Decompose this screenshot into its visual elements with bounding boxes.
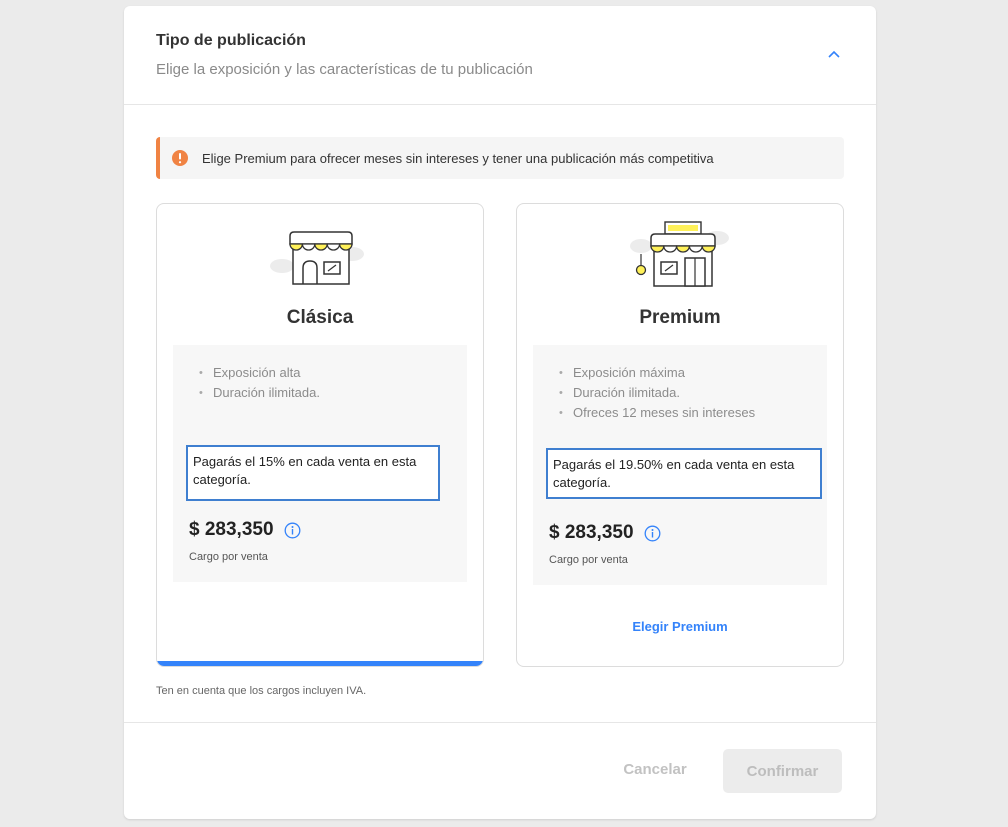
premium-details: Exposición máxima Duración ilimitada. Of…	[533, 345, 827, 585]
classic-fee-text: Pagarás el 15% en cada venta en esta cat…	[186, 445, 440, 501]
publication-type-panel: Tipo de publicación Elige la exposición …	[124, 6, 876, 819]
page-subtitle: Elige la exposición y las característica…	[156, 61, 533, 78]
info-icon[interactable]	[284, 522, 301, 539]
info-icon[interactable]	[644, 525, 661, 542]
alert-text: Elige Premium para ofrecer meses sin int…	[202, 151, 714, 166]
classic-price: $ 283,350	[189, 519, 274, 540]
premium-store-icon	[517, 216, 843, 296]
classic-price-caption: Cargo por venta	[189, 551, 268, 563]
classic-price-row: $ 283,350	[189, 519, 301, 541]
premium-title: Premium	[639, 307, 721, 328]
panel-header[interactable]: Tipo de publicación Elige la exposición …	[124, 6, 876, 105]
classic-feature-list: Exposición alta Duración ilimitada.	[199, 363, 320, 403]
classic-option-card[interactable]: Clásica Exposición alta Duración ilimita…	[156, 203, 484, 667]
premium-price-caption: Cargo por venta	[549, 554, 628, 566]
classic-title: Clásica	[286, 307, 354, 328]
choose-premium-link[interactable]: Elegir Premium	[517, 619, 843, 634]
premium-price: $ 283,350	[549, 522, 634, 543]
iva-note: Ten en cuenta que los cargos incluyen IV…	[156, 685, 367, 697]
page-title: Tipo de publicación	[156, 32, 306, 49]
footer-divider	[124, 722, 876, 723]
premium-alert: Elige Premium para ofrecer meses sin int…	[156, 137, 844, 179]
premium-feature-list: Exposición máxima Duración ilimitada. Of…	[559, 363, 755, 423]
list-item: Exposición máxima	[559, 363, 755, 383]
classic-details: Exposición alta Duración ilimitada. Paga…	[173, 345, 467, 582]
list-item: Duración ilimitada.	[559, 383, 755, 403]
list-item: Ofreces 12 meses sin intereses	[559, 403, 755, 423]
premium-price-row: $ 283,350	[549, 522, 661, 544]
store-icon	[157, 226, 483, 306]
confirm-button[interactable]: Confirmar	[723, 749, 842, 793]
premium-fee-text: Pagarás el 19.50% en cada venta en esta …	[546, 448, 822, 499]
exclamation-circle-icon	[171, 149, 189, 167]
premium-option-card[interactable]: Premium Exposición máxima Duración ilimi…	[516, 203, 844, 667]
list-item: Duración ilimitada.	[199, 383, 320, 403]
chevron-up-icon[interactable]	[824, 46, 844, 62]
cancel-button[interactable]: Cancelar	[600, 761, 710, 778]
list-item: Exposición alta	[199, 363, 320, 383]
